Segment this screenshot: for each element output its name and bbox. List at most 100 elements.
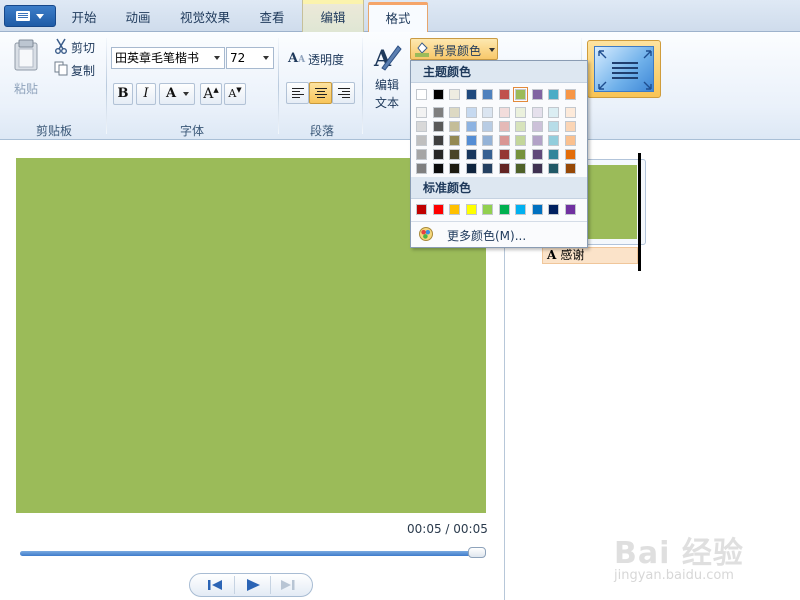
tab-edit[interactable]: 编辑 [302, 0, 364, 32]
bold-button[interactable]: B [113, 83, 133, 105]
font-family-select[interactable]: 田英章毛笔楷书 [111, 47, 225, 69]
theme-color-swatch[interactable] [498, 89, 510, 100]
align-center-button[interactable] [309, 82, 332, 104]
theme-shade-swatch[interactable] [498, 121, 510, 132]
font-color-button[interactable]: A [159, 83, 195, 105]
tab-format[interactable]: 格式 [368, 2, 428, 33]
seek-handle[interactable] [468, 547, 486, 558]
theme-shade-swatch[interactable] [416, 163, 427, 174]
edit-text-button[interactable]: A 编辑 文本 [368, 40, 408, 112]
align-right-button[interactable] [332, 82, 355, 104]
theme-color-swatch[interactable] [513, 87, 528, 102]
theme-shade-swatch[interactable] [482, 163, 493, 174]
theme-shade-swatch[interactable] [432, 121, 444, 132]
theme-shade-swatch[interactable] [515, 135, 526, 146]
theme-shade-swatch[interactable] [482, 107, 493, 118]
standard-color-swatch[interactable] [515, 204, 526, 215]
theme-shade-swatch[interactable] [432, 135, 444, 146]
caption-item[interactable]: A 感谢 [542, 247, 638, 264]
standard-color-swatch[interactable] [449, 204, 460, 215]
theme-shade-swatch[interactable] [416, 135, 427, 146]
copy-button[interactable]: 复制 [52, 61, 102, 79]
theme-shade-swatch[interactable] [515, 107, 526, 118]
tab-home[interactable]: 开始 [60, 5, 108, 32]
theme-color-swatch[interactable] [482, 89, 493, 100]
theme-shade-swatch[interactable] [449, 149, 460, 160]
theme-shade-swatch[interactable] [548, 149, 559, 160]
theme-shade-swatch[interactable] [531, 121, 543, 132]
background-color-button[interactable]: 背景颜色 [410, 38, 498, 60]
next-frame-button[interactable] [270, 576, 306, 594]
theme-shade-swatch[interactable] [531, 107, 543, 118]
tab-visual-effects[interactable]: 视觉效果 [168, 5, 242, 32]
theme-shade-swatch[interactable] [416, 107, 427, 118]
italic-button[interactable]: I [136, 83, 156, 105]
theme-shade-swatch[interactable] [531, 149, 543, 160]
seek-bar[interactable] [20, 551, 482, 556]
theme-shade-swatch[interactable] [515, 121, 526, 132]
theme-shade-swatch[interactable] [498, 163, 510, 174]
theme-color-swatch[interactable] [465, 89, 477, 100]
theme-color-swatch[interactable] [548, 89, 559, 100]
theme-shade-swatch[interactable] [432, 149, 444, 160]
standard-color-swatch[interactable] [531, 204, 543, 215]
theme-shade-swatch[interactable] [515, 163, 526, 174]
theme-shade-swatch[interactable] [416, 149, 427, 160]
application-menu-button[interactable] [4, 5, 56, 27]
theme-shade-swatch[interactable] [465, 135, 477, 146]
standard-color-swatch[interactable] [416, 204, 427, 215]
theme-color-swatch[interactable] [564, 89, 576, 100]
theme-shade-swatch[interactable] [498, 135, 510, 146]
theme-shade-swatch[interactable] [548, 121, 559, 132]
theme-shade-swatch[interactable] [432, 163, 444, 174]
cut-button[interactable]: 剪切 [52, 38, 102, 56]
theme-shade-swatch[interactable] [515, 149, 526, 160]
theme-shade-swatch[interactable] [465, 121, 477, 132]
theme-shade-swatch[interactable] [564, 107, 576, 118]
standard-color-swatch[interactable] [564, 204, 576, 215]
shrink-font-button[interactable]: A▼ [224, 83, 246, 105]
theme-shade-swatch[interactable] [465, 107, 477, 118]
theme-color-swatch[interactable] [432, 89, 444, 100]
theme-color-swatch[interactable] [531, 89, 543, 100]
theme-shade-swatch[interactable] [564, 121, 576, 132]
theme-shade-swatch[interactable] [449, 121, 460, 132]
theme-shade-swatch[interactable] [465, 163, 477, 174]
theme-shade-swatch[interactable] [564, 149, 576, 160]
theme-shade-swatch[interactable] [548, 163, 559, 174]
play-button[interactable] [234, 576, 270, 594]
theme-color-swatch[interactable] [449, 89, 460, 100]
playhead[interactable] [638, 153, 641, 271]
theme-shade-swatch[interactable] [548, 107, 559, 118]
theme-shade-swatch[interactable] [482, 149, 493, 160]
standard-color-swatch[interactable] [432, 204, 444, 215]
theme-shade-swatch[interactable] [449, 135, 460, 146]
standard-color-swatch[interactable] [482, 204, 493, 215]
tab-animations[interactable]: 动画 [114, 5, 162, 32]
theme-shade-swatch[interactable] [416, 121, 427, 132]
theme-shade-swatch[interactable] [531, 163, 543, 174]
theme-shade-swatch[interactable] [564, 163, 576, 174]
theme-shade-swatch[interactable] [498, 107, 510, 118]
theme-shade-swatch[interactable] [498, 149, 510, 160]
font-size-select[interactable]: 72 [226, 47, 274, 69]
standard-color-swatch[interactable] [498, 204, 510, 215]
theme-shade-swatch[interactable] [564, 135, 576, 146]
transparency-button[interactable]: AA 透明度 [286, 50, 350, 68]
grow-font-button[interactable]: A▲ [200, 83, 222, 105]
theme-shade-swatch[interactable] [482, 121, 493, 132]
theme-shade-swatch[interactable] [548, 135, 559, 146]
standard-color-swatch[interactable] [465, 204, 477, 215]
theme-shade-swatch[interactable] [465, 149, 477, 160]
tab-view[interactable]: 查看 [248, 5, 296, 32]
theme-shade-swatch[interactable] [482, 135, 493, 146]
paste-button[interactable]: 粘贴 [10, 36, 44, 96]
theme-shade-swatch[interactable] [432, 107, 444, 118]
theme-shade-swatch[interactable] [531, 135, 543, 146]
previous-frame-button[interactable] [198, 576, 234, 594]
more-colors-item[interactable]: 更多颜色(M)... [411, 221, 587, 246]
theme-color-swatch[interactable] [416, 89, 427, 100]
text-layout-button[interactable] [587, 40, 661, 98]
align-left-button[interactable] [286, 82, 309, 104]
standard-color-swatch[interactable] [548, 204, 559, 215]
